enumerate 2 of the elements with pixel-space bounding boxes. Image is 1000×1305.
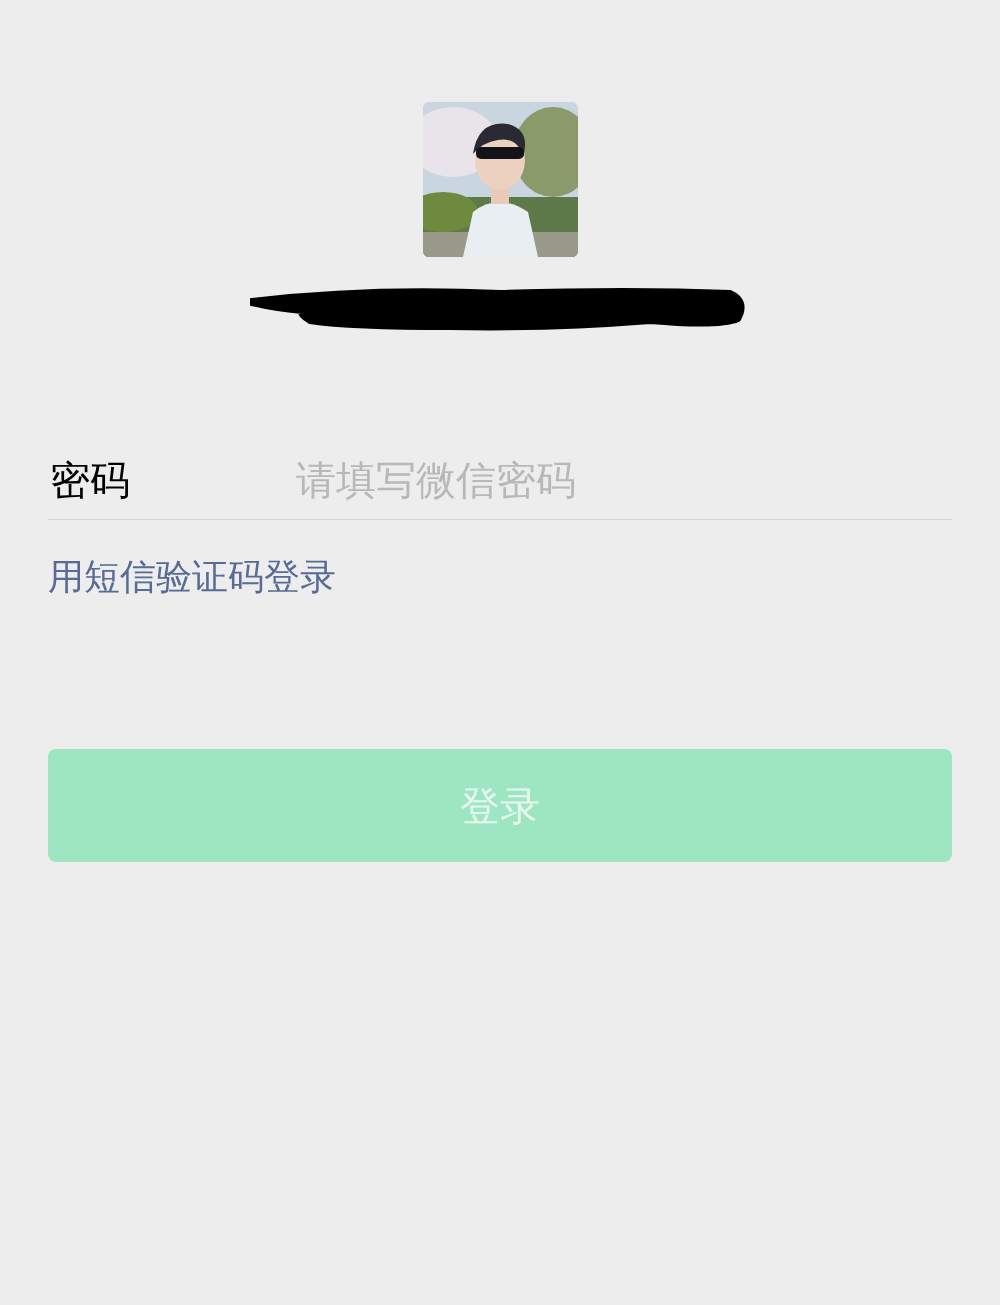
sms-login-link[interactable]: 用短信验证码登录 — [48, 556, 336, 597]
password-label: 密码 — [49, 456, 131, 504]
